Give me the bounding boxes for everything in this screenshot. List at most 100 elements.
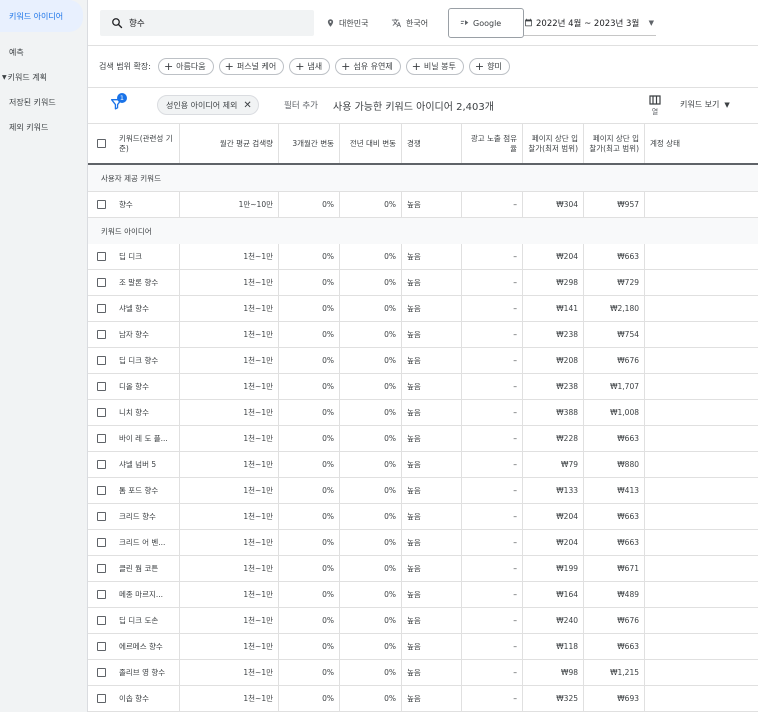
table-row[interactable]: 클린 웜 코튼 1천~1만 0% 0% 높음 – ₩199 ₩671 xyxy=(88,556,758,582)
row-checkbox-cell xyxy=(88,504,114,529)
table-row[interactable]: 톰 포드 향수 1천~1만 0% 0% 높음 – ₩133 ₩413 xyxy=(88,478,758,504)
pill-label: 비닐 봉투 xyxy=(423,62,456,71)
row-checkbox[interactable] xyxy=(96,278,106,287)
header-monthly-searches[interactable]: 월간 평균 검색량 xyxy=(180,124,279,163)
broaden-pill[interactable]: + 냄새 xyxy=(289,58,331,75)
cell-monthly-searches: 1천~1만 xyxy=(180,686,279,711)
table-row[interactable]: 남자 향수 1천~1만 0% 0% 높음 – ₩238 ₩754 xyxy=(88,322,758,348)
broaden-pill[interactable]: + 아름다움 xyxy=(157,58,214,75)
section-keyword-ideas: 키워드 아이디어 xyxy=(88,218,758,245)
cell-competition: 높음 xyxy=(402,556,462,581)
cell-competition: 높음 xyxy=(402,270,462,295)
sidebar-item-label: 예측 xyxy=(9,48,24,57)
cell-yoy-change: 0% xyxy=(340,426,402,451)
broaden-pill[interactable]: + 향미 xyxy=(468,58,510,75)
header-bid-high[interactable]: 페이지 상단 입찰가(최고 범위) xyxy=(584,124,645,163)
cell-account-status xyxy=(645,686,758,711)
close-icon[interactable]: ✕ xyxy=(243,100,251,111)
cell-account-status xyxy=(645,608,758,633)
table-row[interactable]: 디올 향수 1천~1만 0% 0% 높음 – ₩238 ₩1,707 xyxy=(88,374,758,400)
row-checkbox[interactable] xyxy=(96,616,106,625)
network-selector[interactable]: Google xyxy=(448,8,524,38)
table-row[interactable]: 크리드 향수 1천~1만 0% 0% 높음 – ₩204 ₩663 xyxy=(88,504,758,530)
sidebar-item-saved-keywords[interactable]: 저장된 키워드 xyxy=(0,90,87,115)
active-filter-chip[interactable]: 성인용 아이디어 제외 ✕ xyxy=(157,95,259,115)
row-checkbox[interactable] xyxy=(96,200,106,209)
cell-bid-high: ₩754 xyxy=(584,322,645,347)
date-range-selector[interactable]: 2022년 4월 ~ 2023년 3월 ▼ xyxy=(524,10,656,36)
table-row[interactable]: 크리드 어 벤... 1천~1만 0% 0% 높음 – ₩204 ₩663 xyxy=(88,530,758,556)
row-checkbox[interactable] xyxy=(96,642,106,651)
cell-yoy-change: 0% xyxy=(340,478,402,503)
row-checkbox[interactable] xyxy=(96,382,106,391)
broaden-pill[interactable]: + 섬유 유연제 xyxy=(335,58,401,75)
header-three-month-change[interactable]: 3개월간 변동 xyxy=(279,124,340,163)
sidebar-item-negative-keywords[interactable]: 제외 키워드 xyxy=(0,115,87,140)
table-row[interactable]: 딥 디크 도손 1천~1만 0% 0% 높음 – ₩240 ₩676 xyxy=(88,608,758,634)
search-input[interactable] xyxy=(129,18,289,28)
table-row[interactable]: 샤넬 넘버 5 1천~1만 0% 0% 높음 – ₩79 ₩880 xyxy=(88,452,758,478)
table-row[interactable]: 샤넬 향수 1천~1만 0% 0% 높음 – ₩141 ₩2,180 xyxy=(88,296,758,322)
cell-competition: 높음 xyxy=(402,634,462,659)
add-filter-button[interactable]: 필터 추가 xyxy=(284,99,318,111)
language-selector[interactable]: 한국어 xyxy=(391,10,428,36)
cell-bid-low: ₩238 xyxy=(523,322,584,347)
table-row[interactable]: 향수 1만~10만 0% 0% 높음 – ₩304 ₩957 xyxy=(88,192,758,218)
sidebar-item-keyword-ideas[interactable]: 키워드 아이디어 xyxy=(0,0,83,32)
table-row[interactable]: 조 말론 향수 1천~1만 0% 0% 높음 – ₩298 ₩729 xyxy=(88,270,758,296)
row-checkbox-cell xyxy=(88,530,114,555)
table-row[interactable]: 이솝 향수 1천~1만 0% 0% 높음 – ₩325 ₩693 xyxy=(88,686,758,712)
table-row[interactable]: 딥 디크 1천~1만 0% 0% 높음 – ₩204 ₩663 xyxy=(88,244,758,270)
row-checkbox[interactable] xyxy=(96,304,106,313)
cell-account-status xyxy=(645,322,758,347)
header-competition[interactable]: 경쟁 xyxy=(402,124,462,163)
header-keyword[interactable]: 키워드(관련성 기준) xyxy=(114,124,180,163)
columns-button[interactable]: 열 xyxy=(648,95,662,117)
row-checkbox[interactable] xyxy=(96,512,106,521)
cell-monthly-searches: 1천~1만 xyxy=(180,348,279,373)
cell-monthly-searches: 1천~1만 xyxy=(180,608,279,633)
header-impression-share[interactable]: 광고 노출 점유율 xyxy=(462,124,523,163)
row-checkbox[interactable] xyxy=(96,356,106,365)
sidebar-item-forecast[interactable]: 예측 xyxy=(0,40,87,65)
broaden-pill[interactable]: + 퍼스널 케어 xyxy=(218,58,285,75)
row-checkbox[interactable] xyxy=(96,252,106,261)
cell-bid-low: ₩298 xyxy=(523,270,584,295)
cell-bid-high: ₩957 xyxy=(584,192,645,217)
cell-bid-low: ₩118 xyxy=(523,634,584,659)
sidebar-item-label: 제외 키워드 xyxy=(9,123,49,132)
table-row[interactable]: 니치 향수 1천~1만 0% 0% 높음 – ₩388 ₩1,008 xyxy=(88,400,758,426)
cell-keyword: 바이 레 도 플... xyxy=(114,426,180,451)
header-bid-low[interactable]: 페이지 상단 입찰가(최저 범위) xyxy=(523,124,584,163)
cell-account-status xyxy=(645,660,758,685)
header-account-status[interactable]: 계정 상태 xyxy=(645,124,758,163)
cell-bid-low: ₩98 xyxy=(523,660,584,685)
cell-impression-share: – xyxy=(462,530,523,555)
table-row[interactable]: 졸리브 영 향수 1천~1만 0% 0% 높음 – ₩98 ₩1,215 xyxy=(88,660,758,686)
table-header: 키워드(관련성 기준) 월간 평균 검색량 3개월간 변동 전년 대비 변동 경… xyxy=(88,124,758,165)
broaden-pill[interactable]: + 비닐 봉투 xyxy=(405,58,464,75)
select-all-checkbox[interactable] xyxy=(96,139,106,148)
row-checkbox[interactable] xyxy=(96,486,106,495)
table-row[interactable]: 메종 마르지... 1천~1만 0% 0% 높음 – ₩164 ₩489 xyxy=(88,582,758,608)
sidebar-item-keyword-plans[interactable]: ▼ 키워드 계획 xyxy=(0,65,87,90)
header-yoy-change[interactable]: 전년 대비 변동 xyxy=(340,124,402,163)
row-checkbox[interactable] xyxy=(96,668,106,677)
table-row[interactable]: 바이 레 도 플... 1천~1만 0% 0% 높음 – ₩228 ₩663 xyxy=(88,426,758,452)
table-row[interactable]: 에르메스 향수 1천~1만 0% 0% 높음 – ₩118 ₩663 xyxy=(88,634,758,660)
row-checkbox[interactable] xyxy=(96,538,106,547)
row-checkbox[interactable] xyxy=(96,564,106,573)
cell-keyword: 졸리브 영 향수 xyxy=(114,660,180,685)
row-checkbox[interactable] xyxy=(96,460,106,469)
row-checkbox[interactable] xyxy=(96,330,106,339)
row-checkbox[interactable] xyxy=(96,408,106,417)
cell-keyword: 딥 디크 향수 xyxy=(114,348,180,373)
cell-yoy-change: 0% xyxy=(340,244,402,269)
cell-keyword: 크리드 향수 xyxy=(114,504,180,529)
view-keywords-dropdown[interactable]: 키워드 보기 ▼ xyxy=(680,99,730,110)
row-checkbox[interactable] xyxy=(96,694,106,703)
table-row[interactable]: 딥 디크 향수 1천~1만 0% 0% 높음 – ₩208 ₩676 xyxy=(88,348,758,374)
location-selector[interactable]: 대한민국 xyxy=(326,10,368,36)
row-checkbox[interactable] xyxy=(96,590,106,599)
row-checkbox[interactable] xyxy=(96,434,106,443)
